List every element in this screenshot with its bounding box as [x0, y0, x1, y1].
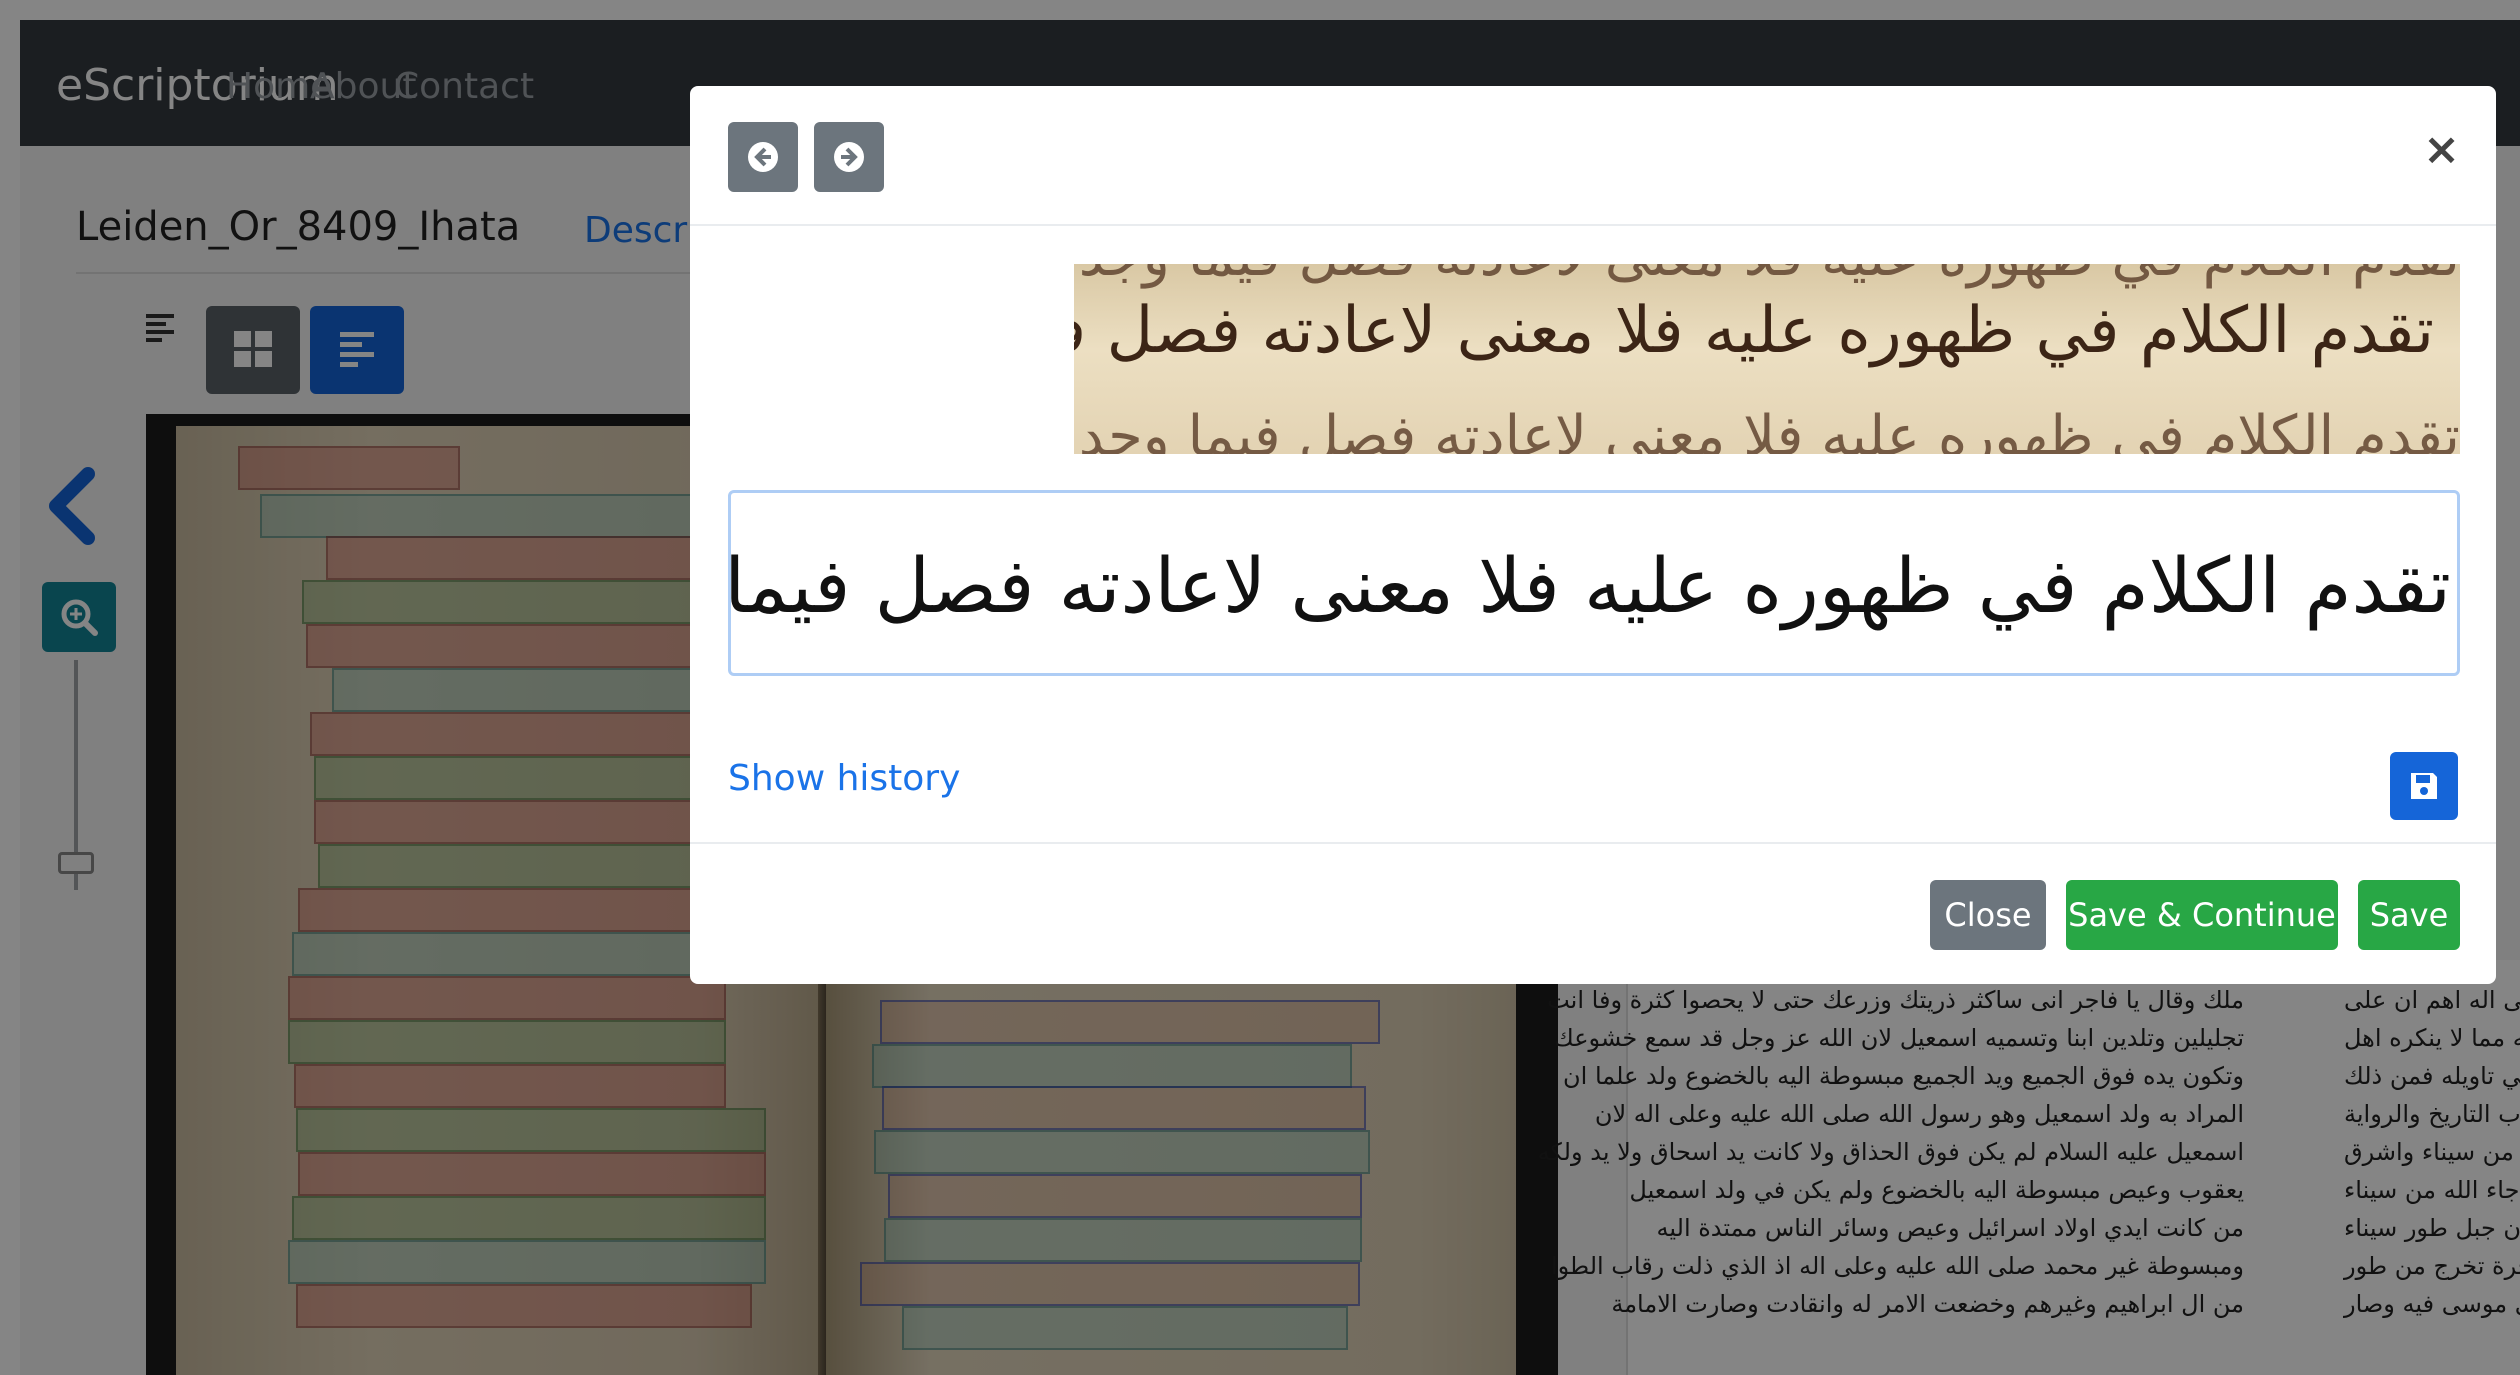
save-icon [2411, 773, 2437, 799]
line-image-ink: تقدم الكلام في ظهوره عليه فلا معنى لاعاد… [1074, 294, 2434, 368]
show-history-link[interactable]: Show history [728, 758, 960, 799]
previous-line-button[interactable] [728, 122, 798, 192]
save-button[interactable]: Save [2358, 880, 2460, 950]
line-image-ink: تقدم الكلام في ظهوره عليه فلا معنى لاعاد… [1074, 404, 2460, 454]
line-image-crop: تقدم الكلام في ظهوره عليه فلا معنى لاعاد… [1074, 264, 2460, 454]
modal-footer-divider [690, 842, 2496, 844]
next-line-button[interactable] [814, 122, 884, 192]
arrow-right-circle-icon [834, 142, 864, 172]
close-icon[interactable]: × [2423, 128, 2460, 172]
transcription-input[interactable]: تقدم الكلام في ظهوره عليه فلا معنى لاعاد… [728, 490, 2460, 676]
save-icon-button[interactable] [2390, 752, 2458, 820]
close-button[interactable]: Close [1930, 880, 2046, 950]
transcription-modal: × تقدم الكلام في ظهوره عليه فلا معنى لاع… [690, 86, 2496, 984]
line-image-ink: تقدم الكلام في ظهوره عليه فلا معنى لاعاد… [1074, 264, 2460, 289]
modal-header: × [690, 86, 2496, 226]
save-and-continue-button[interactable]: Save & Continue [2066, 880, 2338, 950]
arrow-left-circle-icon [748, 142, 778, 172]
